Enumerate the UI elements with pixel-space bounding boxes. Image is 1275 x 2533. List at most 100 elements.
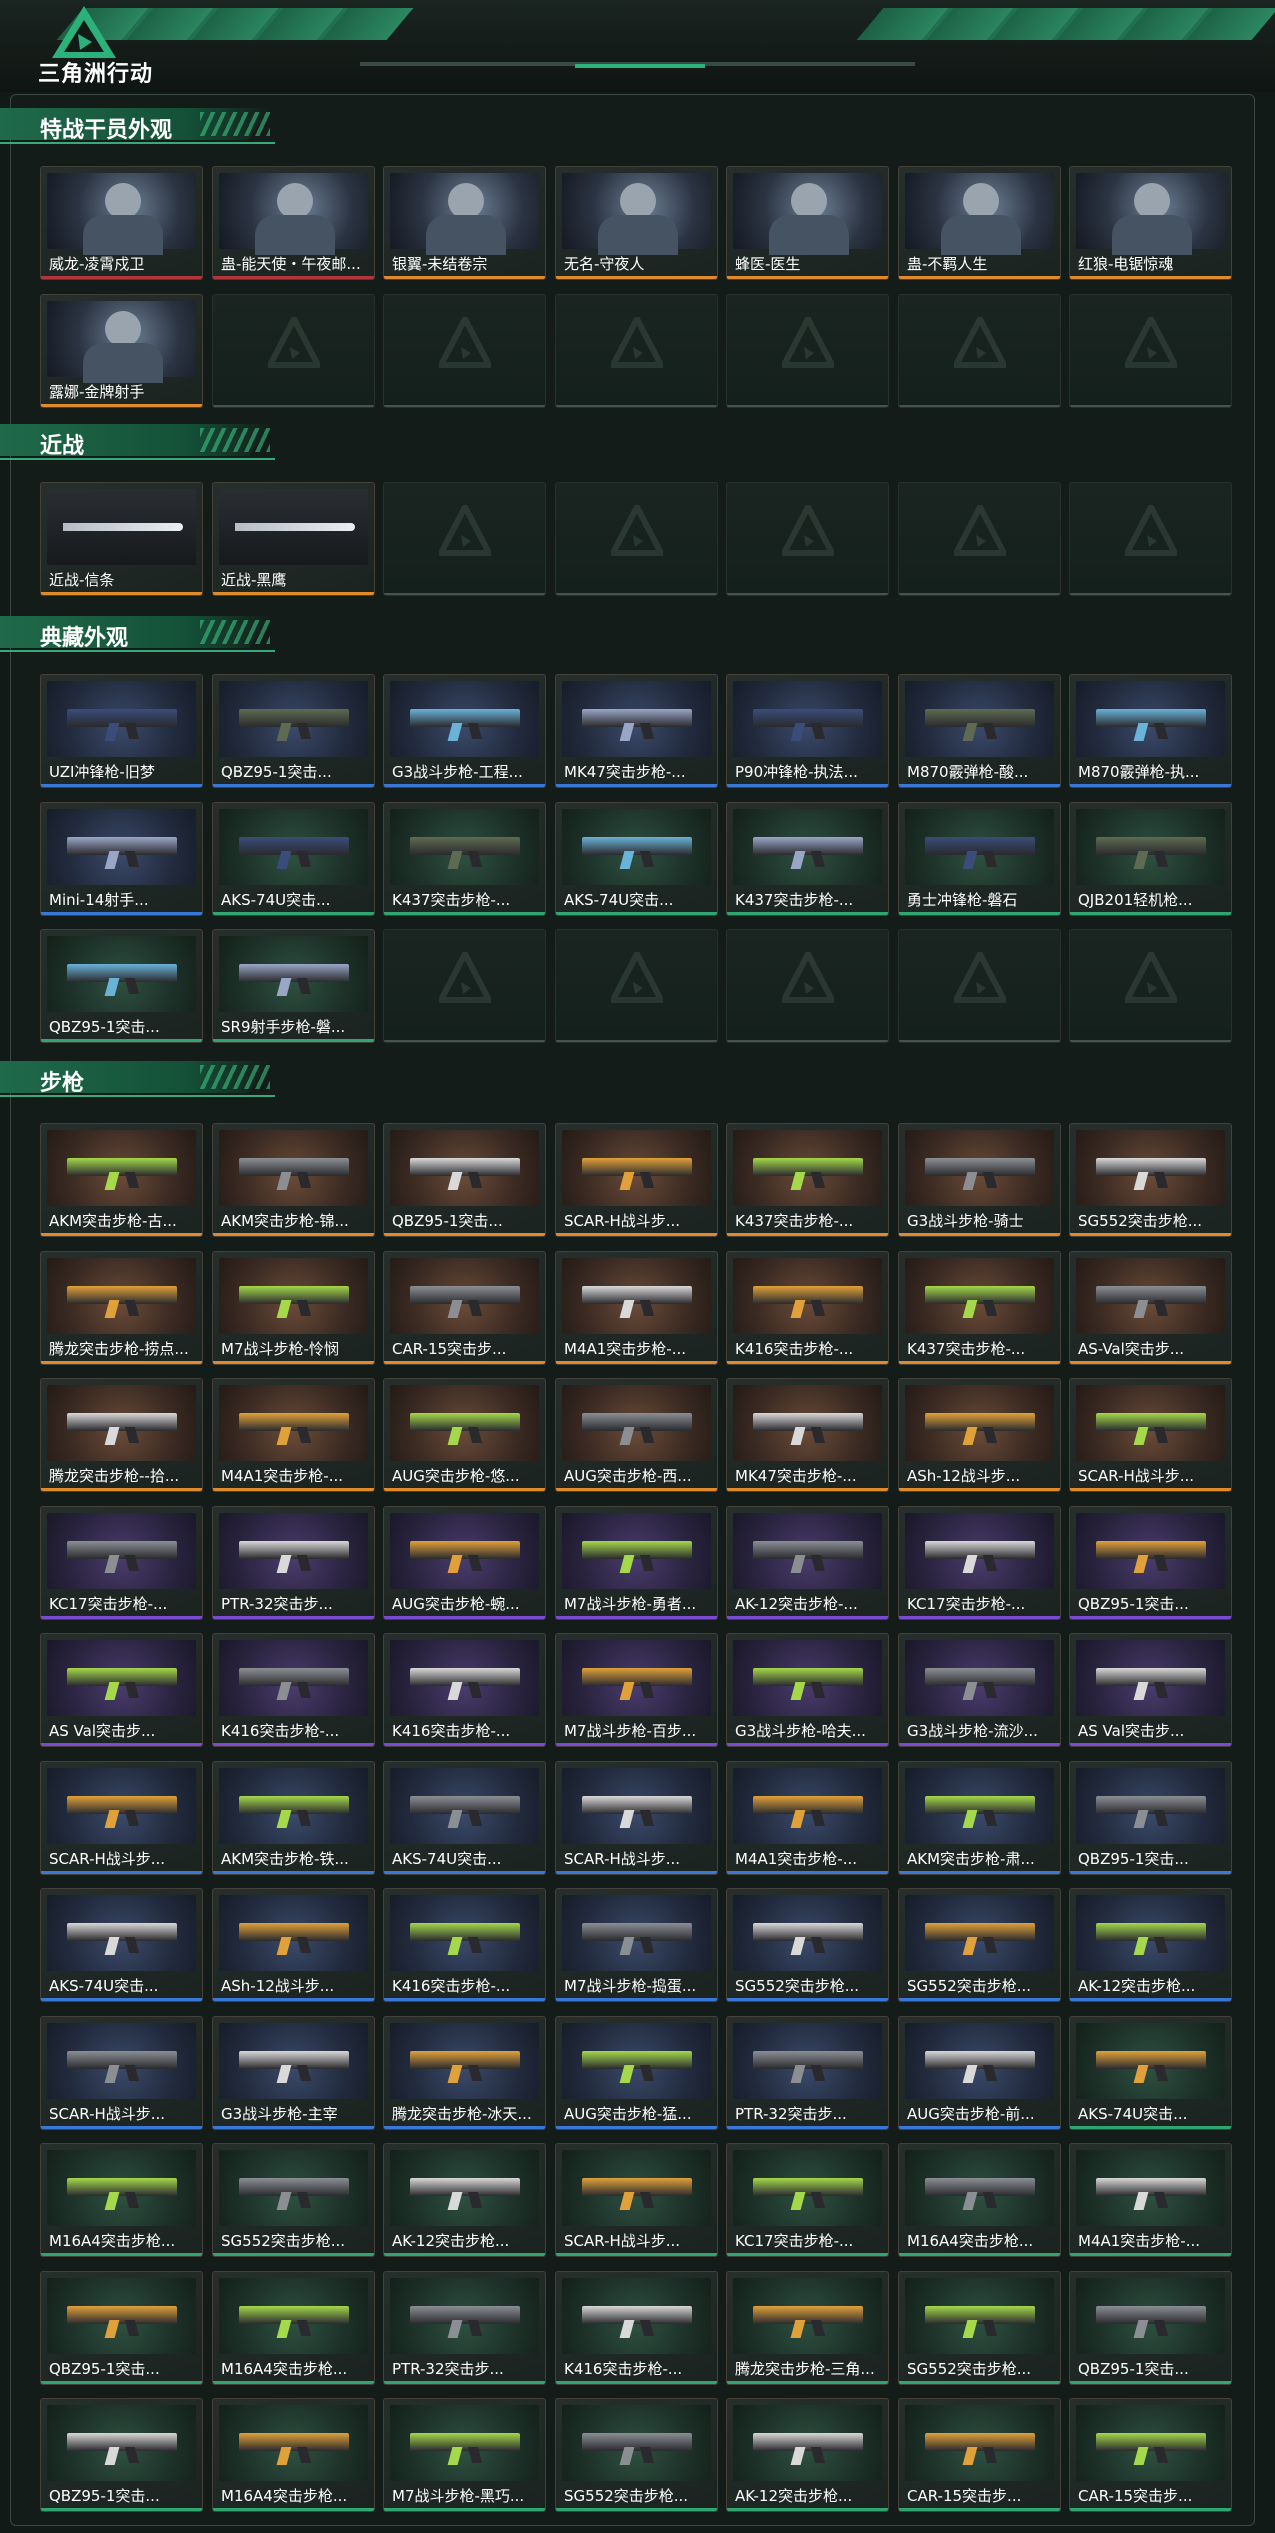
skin-card[interactable]: 蜂医-医生 (726, 166, 889, 280)
skin-card[interactable]: QBZ95-1突击... (40, 2398, 203, 2512)
skin-card[interactable]: QJB201轻机枪... (1069, 802, 1232, 916)
skin-card[interactable]: AUG突击步枪-悠... (383, 1378, 546, 1492)
skin-card[interactable]: AKS-74U突击... (1069, 2016, 1232, 2130)
skin-card[interactable]: AK-12突击步枪-... (726, 1506, 889, 1620)
skin-card[interactable]: G3战斗步枪-流沙... (898, 1633, 1061, 1747)
skin-card[interactable]: 腾龙突击步枪--拾... (40, 1378, 203, 1492)
skin-card[interactable]: AUG突击步枪-前... (898, 2016, 1061, 2130)
skin-card[interactable]: M7战斗步枪-黑巧... (383, 2398, 546, 2512)
skin-card[interactable]: AUG突击步枪-猛... (555, 2016, 718, 2130)
skin-card[interactable]: MK47突击步枪-... (726, 1378, 889, 1492)
skin-card[interactable]: CAR-15突击步... (898, 2398, 1061, 2512)
skin-card[interactable]: SCAR-H战斗步... (555, 1123, 718, 1237)
skin-card[interactable]: AUG突击步枪-蜿... (383, 1506, 546, 1620)
skin-card[interactable]: UZI冲锋枪-旧梦 (40, 674, 203, 788)
skin-card[interactable]: K416突击步枪-... (212, 1633, 375, 1747)
skin-card[interactable]: QBZ95-1突击... (383, 1123, 546, 1237)
skin-card[interactable]: MK47突击步枪-... (555, 674, 718, 788)
skin-card[interactable]: SG552突击步枪... (898, 2271, 1061, 2385)
skin-card[interactable]: M16A4突击步枪... (212, 2398, 375, 2512)
skin-card[interactable]: SG552突击步枪... (898, 1888, 1061, 2002)
skin-card[interactable]: M7战斗步枪-百步... (555, 1633, 718, 1747)
skin-card[interactable]: QBZ95-1突击... (1069, 1506, 1232, 1620)
skin-card[interactable]: K416突击步枪-... (383, 1888, 546, 2002)
skin-card[interactable]: 蛊-不羁人生 (898, 166, 1061, 280)
skin-card[interactable]: SCAR-H战斗步... (555, 1761, 718, 1875)
skin-card[interactable]: AKS-74U突击... (40, 1888, 203, 2002)
skin-card[interactable]: SCAR-H战斗步... (1069, 1378, 1232, 1492)
skin-card[interactable]: PTR-32突击步... (726, 2016, 889, 2130)
skin-card[interactable]: 露娜-金牌射手 (40, 294, 203, 408)
skin-card[interactable]: 近战-信条 (40, 482, 203, 596)
skin-card[interactable]: K416突击步枪-... (726, 1251, 889, 1365)
skin-card[interactable]: M16A4突击步枪... (898, 2143, 1061, 2257)
skin-card[interactable]: PTR-32突击步... (383, 2271, 546, 2385)
skin-card[interactable]: SR9射手步枪-磐... (212, 929, 375, 1043)
skin-card[interactable]: AKS-74U突击... (212, 802, 375, 916)
skin-card[interactable]: M4A1突击步枪-... (555, 1251, 718, 1365)
skin-card[interactable]: QBZ95-1突击... (1069, 2271, 1232, 2385)
skin-card[interactable]: CAR-15突击步... (383, 1251, 546, 1365)
skin-card[interactable]: G3战斗步枪-工程... (383, 674, 546, 788)
skin-card[interactable]: QBZ95-1突击... (40, 929, 203, 1043)
skin-card[interactable]: P90冲锋枪-执法... (726, 674, 889, 788)
skin-card[interactable]: AS Val突击步... (1069, 1633, 1232, 1747)
skin-card[interactable]: SG552突击步枪... (1069, 1123, 1232, 1237)
skin-card[interactable]: SG552突击步枪... (726, 1888, 889, 2002)
skin-card[interactable]: AKM突击步枪-铁... (212, 1761, 375, 1875)
skin-card[interactable]: K437突击步枪-... (726, 1123, 889, 1237)
skin-card[interactable]: Mini-14射手... (40, 802, 203, 916)
skin-card[interactable]: AS-Val突击步... (1069, 1251, 1232, 1365)
skin-card[interactable]: QBZ95-1突击... (40, 2271, 203, 2385)
skin-card[interactable]: AK-12突击步枪... (1069, 1888, 1232, 2002)
skin-card[interactable]: K416突击步枪-... (383, 1633, 546, 1747)
skin-card[interactable]: KC17突击步枪-... (726, 2143, 889, 2257)
skin-card[interactable]: KC17突击步枪-... (898, 1506, 1061, 1620)
skin-card[interactable]: 腾龙突击步枪-捞点... (40, 1251, 203, 1365)
skin-card[interactable]: AUG突击步枪-西... (555, 1378, 718, 1492)
skin-card[interactable]: M7战斗步枪-怜悯 (212, 1251, 375, 1365)
skin-card[interactable]: M4A1突击步枪-... (212, 1378, 375, 1492)
skin-card[interactable]: AKS-74U突击... (383, 1761, 546, 1875)
skin-card[interactable]: 近战-黑鹰 (212, 482, 375, 596)
skin-card[interactable]: M7战斗步枪-捣蛋... (555, 1888, 718, 2002)
skin-card[interactable]: K437突击步枪-... (383, 802, 546, 916)
skin-card[interactable]: ASh-12战斗步... (898, 1378, 1061, 1492)
skin-card[interactable]: AS Val突击步... (40, 1633, 203, 1747)
skin-card[interactable]: M16A4突击步枪... (40, 2143, 203, 2257)
skin-card[interactable]: 勇士冲锋枪-磐石 (898, 802, 1061, 916)
skin-card[interactable]: M870霰弹枪-执... (1069, 674, 1232, 788)
skin-card[interactable]: M7战斗步枪-勇者... (555, 1506, 718, 1620)
skin-card[interactable]: AKM突击步枪-锦... (212, 1123, 375, 1237)
skin-card[interactable]: 腾龙突击步枪-三角... (726, 2271, 889, 2385)
skin-card[interactable]: AKS-74U突击... (555, 802, 718, 916)
skin-card[interactable]: G3战斗步枪-哈夫... (726, 1633, 889, 1747)
skin-card[interactable]: SCAR-H战斗步... (40, 2016, 203, 2130)
skin-card[interactable]: CAR-15突击步... (1069, 2398, 1232, 2512)
skin-card[interactable]: K437突击步枪-... (898, 1251, 1061, 1365)
skin-card[interactable]: QBZ95-1突击... (1069, 1761, 1232, 1875)
skin-card[interactable]: 无名-守夜人 (555, 166, 718, 280)
skin-card[interactable]: M4A1突击步枪-... (726, 1761, 889, 1875)
skin-card[interactable]: SCAR-H战斗步... (40, 1761, 203, 1875)
skin-card[interactable]: AKM突击步枪-肃... (898, 1761, 1061, 1875)
skin-card[interactable]: 腾龙突击步枪-冰天... (383, 2016, 546, 2130)
skin-card[interactable]: 威龙-凌霄戍卫 (40, 166, 203, 280)
skin-card[interactable]: AK-12突击步枪... (383, 2143, 546, 2257)
skin-card[interactable]: 蛊-能天使・午夜邮... (212, 166, 375, 280)
skin-card[interactable]: SG552突击步枪... (212, 2143, 375, 2257)
skin-card[interactable]: G3战斗步枪-骑士 (898, 1123, 1061, 1237)
skin-card[interactable]: AK-12突击步枪... (726, 2398, 889, 2512)
skin-card[interactable]: SCAR-H战斗步... (555, 2143, 718, 2257)
skin-card[interactable]: AKM突击步枪-古... (40, 1123, 203, 1237)
skin-card[interactable]: G3战斗步枪-主宰 (212, 2016, 375, 2130)
skin-card[interactable]: 银翼-未结卷宗 (383, 166, 546, 280)
skin-card[interactable]: ASh-12战斗步... (212, 1888, 375, 2002)
skin-card[interactable]: M16A4突击步枪... (212, 2271, 375, 2385)
skin-card[interactable]: QBZ95-1突击... (212, 674, 375, 788)
skin-card[interactable]: PTR-32突击步... (212, 1506, 375, 1620)
skin-card[interactable]: SG552突击步枪... (555, 2398, 718, 2512)
skin-card[interactable]: K437突击步枪-... (726, 802, 889, 916)
skin-card[interactable]: M870霰弹枪-酸... (898, 674, 1061, 788)
skin-card[interactable]: M4A1突击步枪-... (1069, 2143, 1232, 2257)
